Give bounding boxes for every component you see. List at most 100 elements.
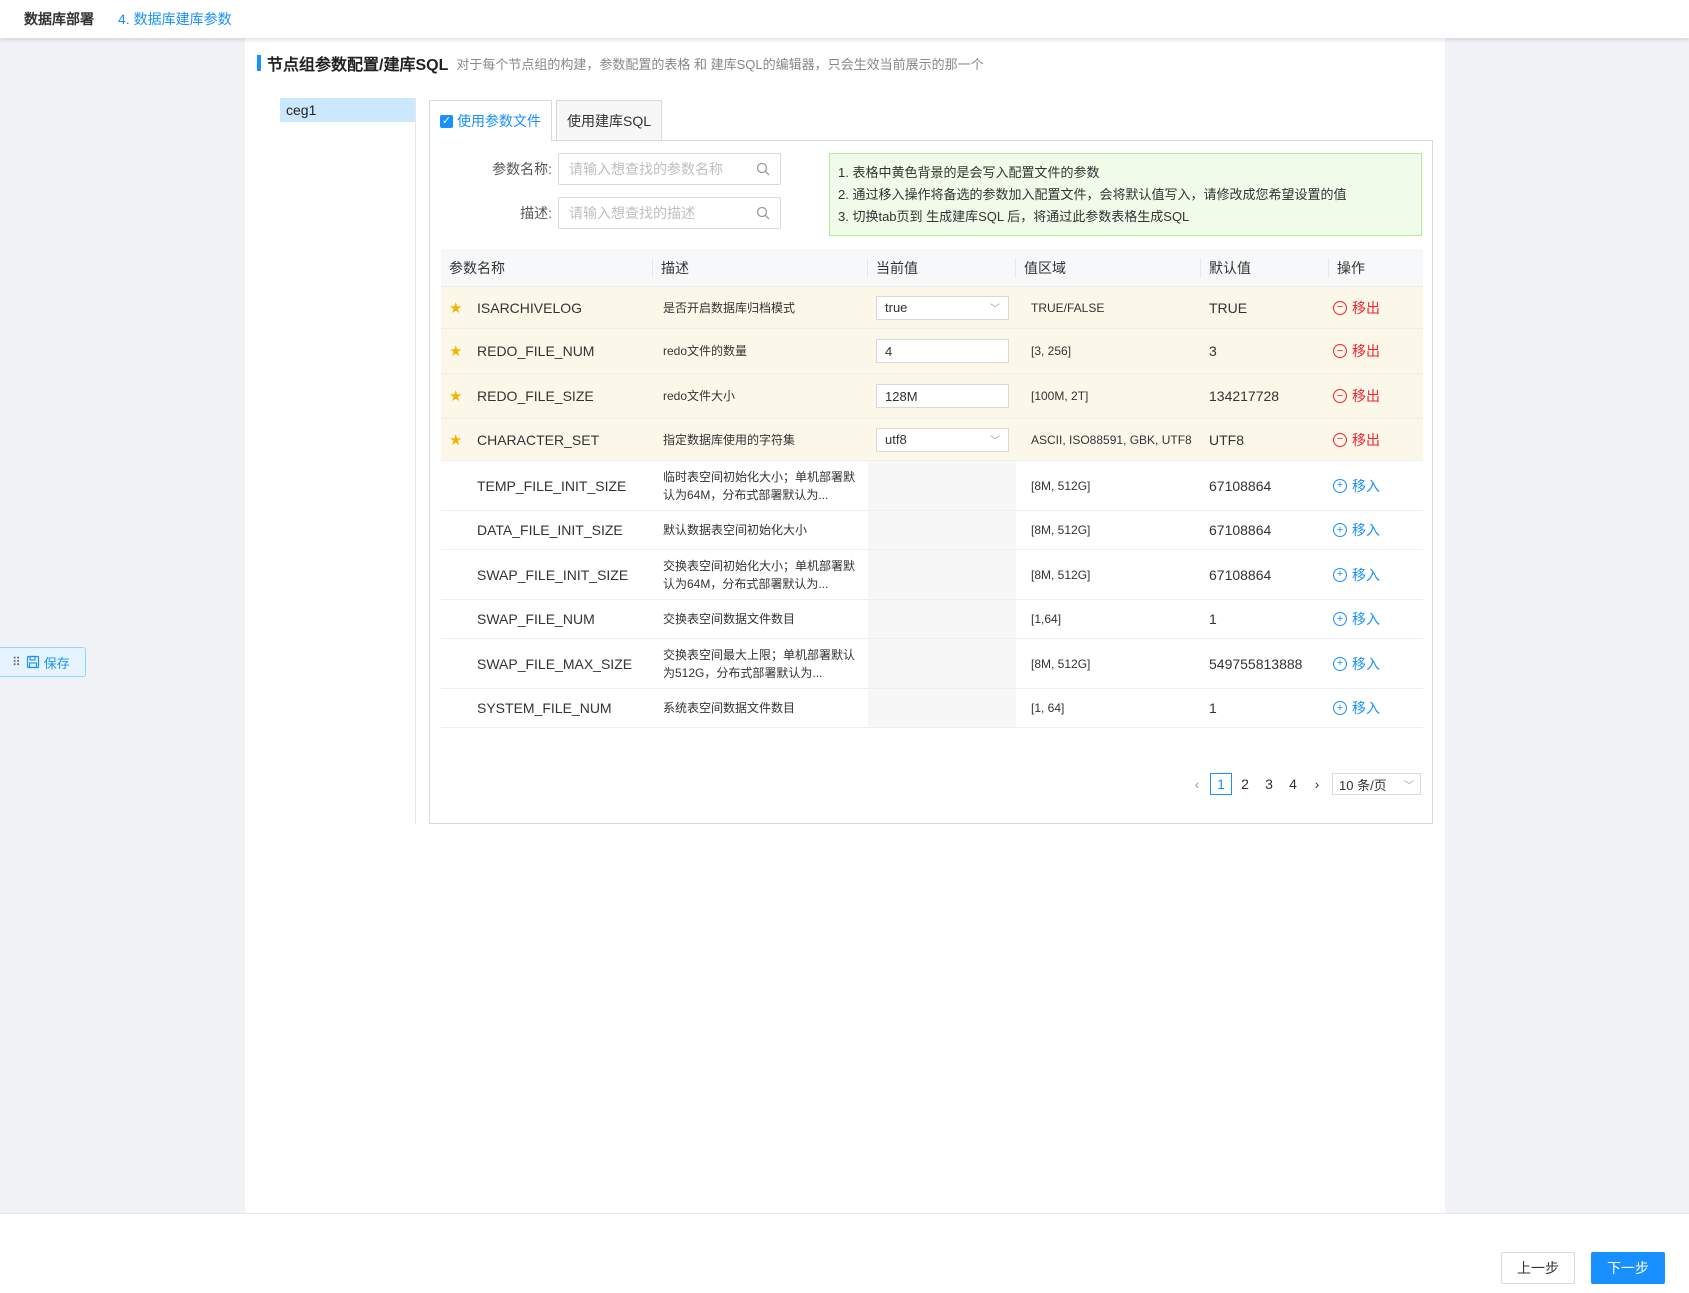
page-size-select[interactable]: 10 条/页 ﹀ xyxy=(1332,773,1421,795)
param-name: SWAP_FILE_MAX_SIZE xyxy=(477,655,633,672)
cell-action: + 移入 xyxy=(1329,639,1423,688)
remove-button[interactable]: − 移出 xyxy=(1333,430,1380,450)
cell-default: 3 xyxy=(1201,329,1329,373)
add-button[interactable]: + 移入 xyxy=(1333,698,1380,718)
param-panel: 参数名称: 描述: 1. 表格中黄色背景的是会写入配置文件的参数 2. 通过移入… xyxy=(429,140,1433,824)
desc-search[interactable] xyxy=(558,197,781,229)
cell-param-name: ★SWAP_FILE_INIT_SIZE xyxy=(441,550,653,599)
current-value-input[interactable] xyxy=(876,339,1009,363)
cell-param-name: ★ REDO_FILE_SIZE xyxy=(441,374,653,418)
action-label: 移出 xyxy=(1352,431,1380,448)
breadcrumb-current-step[interactable]: 4. 数据库建库参数 xyxy=(118,9,232,29)
pagination: ‹ 1 2 3 4 › 10 条/页 ﹀ xyxy=(1184,773,1421,795)
tab-use-create-sql[interactable]: 使用建库SQL xyxy=(556,100,663,140)
star-icon: ★ xyxy=(449,655,477,673)
param-default: 1 xyxy=(1209,700,1217,716)
param-name-search[interactable] xyxy=(558,153,781,185)
add-button[interactable]: + 移入 xyxy=(1333,609,1380,629)
table-row: ★ REDO_FILE_SIZE redo文件大小 [100M, 2T] 1342177… xyxy=(441,374,1423,419)
table-row: ★DATA_FILE_INIT_SIZE 默认数据表空间初始化大小 [8M, 512… xyxy=(441,511,1423,550)
cell-current xyxy=(868,461,1016,510)
cell-desc: 指定数据库使用的字符集 xyxy=(653,419,868,460)
param-name: SYSTEM_FILE_NUM xyxy=(477,700,612,716)
add-button[interactable]: + 移入 xyxy=(1333,520,1380,540)
current-value: utf8 xyxy=(885,432,907,447)
current-value-select[interactable]: true ﹀ xyxy=(876,295,1009,320)
param-name-input[interactable] xyxy=(569,161,756,177)
star-icon: ★ xyxy=(449,699,477,717)
desc-input[interactable] xyxy=(569,205,756,221)
cell-desc: 系统表空间数据文件数目 xyxy=(653,689,868,727)
cell-desc: 默认数据表空间初始化大小 xyxy=(653,511,868,549)
add-button[interactable]: + 移入 xyxy=(1333,476,1380,496)
cell-range: [1, 64] xyxy=(1016,689,1201,727)
search-icon[interactable] xyxy=(756,206,770,220)
add-button[interactable]: + 移入 xyxy=(1333,654,1380,674)
prev-page-icon[interactable]: ‹ xyxy=(1186,773,1208,795)
cell-default: 549755813888 xyxy=(1201,639,1329,688)
minus-circle-icon: − xyxy=(1333,344,1347,358)
current-value-input[interactable] xyxy=(876,384,1009,408)
main-content: 节点组参数配置/建库SQL 对于每个节点组的构建，参数配置的表格 和 建库SQL… xyxy=(245,38,1445,1213)
page-1[interactable]: 1 xyxy=(1210,773,1232,795)
checkbox-checked-icon[interactable]: ✓ xyxy=(440,114,453,128)
cell-current xyxy=(868,329,1016,373)
col-header-desc: 描述 xyxy=(653,257,868,278)
remove-button[interactable]: − 移出 xyxy=(1333,298,1380,318)
cell-action: − 移出 xyxy=(1329,419,1423,460)
page-2[interactable]: 2 xyxy=(1234,773,1256,795)
cell-param-name: ★ CHARACTER_SET xyxy=(441,419,653,460)
param-desc: 默认数据表空间初始化大小 xyxy=(663,523,808,537)
filter-name-label: 参数名称: xyxy=(492,161,552,177)
action-label: 移出 xyxy=(1352,343,1380,359)
prev-step-button[interactable]: 上一步 xyxy=(1501,1252,1575,1284)
plus-circle-icon: + xyxy=(1333,656,1347,671)
cell-range: [3, 256] xyxy=(1016,329,1201,373)
footer-bar: 上一步 下一步 xyxy=(0,1213,1689,1293)
param-default: 549755813888 xyxy=(1209,655,1303,672)
table-row: ★SWAP_FILE_NUM 交换表空间数据文件数目 [1,64] 1 + 移入 xyxy=(441,600,1423,639)
plus-circle-icon: + xyxy=(1333,612,1347,626)
config-tabs: ✓ 使用参数文件 使用建库SQL xyxy=(429,100,666,141)
section-accent-bar xyxy=(257,55,261,71)
col-header-action: 操作 xyxy=(1337,259,1365,276)
add-button[interactable]: + 移入 xyxy=(1333,565,1380,585)
table-row: ★SYSTEM_FILE_NUM 系统表空间数据文件数目 [1, 64] 1 + 移入 xyxy=(441,689,1423,728)
tab-label: 使用建库SQL xyxy=(567,112,652,129)
star-icon: ★ xyxy=(449,343,463,360)
star-icon: ★ xyxy=(449,610,477,628)
param-default: UTF8 xyxy=(1209,431,1244,448)
section-header: 节点组参数配置/建库SQL 对于每个节点组的构建，参数配置的表格 和 建库SQL… xyxy=(257,53,984,74)
cell-action: + 移入 xyxy=(1329,511,1423,549)
node-group-list: ceg1 xyxy=(280,98,416,824)
page-3[interactable]: 3 xyxy=(1258,773,1280,795)
page-4[interactable]: 4 xyxy=(1282,773,1304,795)
plus-circle-icon: + xyxy=(1333,478,1347,493)
remove-button[interactable]: − 移出 xyxy=(1333,341,1380,361)
minus-circle-icon: − xyxy=(1333,432,1347,447)
search-icon[interactable] xyxy=(756,162,770,176)
cell-desc: redo文件大小 xyxy=(653,374,868,418)
cell-default: UTF8 xyxy=(1201,419,1329,460)
cell-action: + 移入 xyxy=(1329,550,1423,599)
param-name: DATA_FILE_INIT_SIZE xyxy=(477,522,623,538)
drag-handle-icon[interactable]: ⠿ xyxy=(12,655,21,669)
node-group-item[interactable]: ceg1 xyxy=(280,98,415,122)
floppy-disk-icon xyxy=(26,655,39,669)
floating-save-button[interactable]: ⠿ 保存 xyxy=(0,647,86,677)
cell-param-name: ★ ISARCHIVELOG xyxy=(441,287,653,328)
top-bar: 数据库部署 4. 数据库建库参数 xyxy=(0,0,1689,38)
current-value-select[interactable]: utf8 ﹀ xyxy=(876,427,1009,452)
table-header: 参数名称 描述 当前值 值区域 默认值 操作 xyxy=(441,249,1423,287)
cell-default: 1 xyxy=(1201,689,1329,727)
cell-default: TRUE xyxy=(1201,287,1329,328)
table-row: ★ ISARCHIVELOG 是否开启数据库归档模式 true ﹀ TRUE/FALSE T… xyxy=(441,287,1423,329)
param-default: TRUE xyxy=(1209,299,1248,316)
next-step-button[interactable]: 下一步 xyxy=(1591,1252,1665,1284)
param-name: ISARCHIVELOG xyxy=(477,299,583,316)
cell-param-name: ★DATA_FILE_INIT_SIZE xyxy=(441,511,653,549)
next-page-icon[interactable]: › xyxy=(1306,773,1328,795)
tab-use-param-file[interactable]: ✓ 使用参数文件 xyxy=(429,100,552,141)
remove-button[interactable]: − 移出 xyxy=(1333,386,1380,406)
param-range: [8M, 512G] xyxy=(1031,523,1091,537)
